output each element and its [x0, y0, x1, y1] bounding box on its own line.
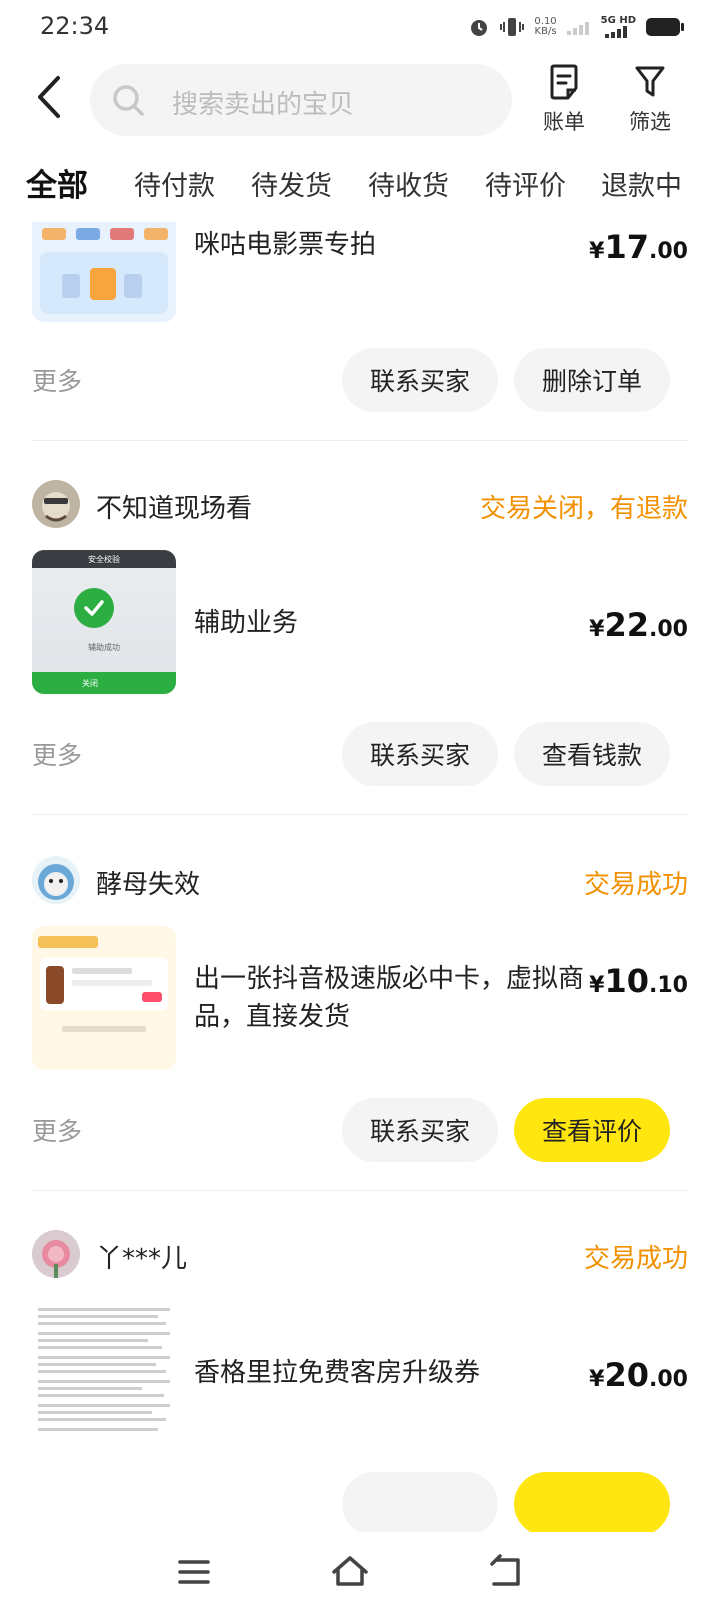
- order-tabs: 全部 待付款 待发货 待收货 待评价 退款中: [0, 160, 720, 216]
- alarm-icon: [471, 20, 488, 36]
- signal-strong-icon: [605, 26, 628, 38]
- thumb-caption: 辅助成功: [88, 643, 120, 652]
- item-title[interactable]: 香格里拉免费客房升级券: [194, 1354, 584, 1392]
- return-icon: [490, 1554, 520, 1586]
- search-icon: [113, 85, 144, 116]
- back-nav-button[interactable]: [482, 1548, 530, 1596]
- tab-pending-payment[interactable]: 待付款: [134, 164, 215, 203]
- buyer-avatar-image: [32, 1230, 80, 1278]
- coupon-terms-thumbnail-image: [32, 1300, 176, 1444]
- thumb-caption: 安全校验: [88, 555, 120, 564]
- item-thumbnail[interactable]: 安全校验 辅助成功 关闭: [32, 550, 176, 694]
- search-placeholder: 搜索卖出的宝贝: [172, 90, 355, 120]
- order-list: 咪咕电影票专拍 ¥17.00 更多 联系买家 删除订单 不知道现场看 交易关闭，…: [0, 222, 720, 1532]
- item-thumbnail[interactable]: [32, 222, 176, 322]
- buyer-avatar-image: [32, 480, 80, 528]
- delete-order-button[interactable]: 删除订单: [514, 348, 670, 412]
- order-header: 酵母失效 交易成功: [32, 856, 688, 906]
- contact-buyer-button[interactable]: 联系买家: [342, 722, 498, 786]
- buyer-avatar-image: [32, 856, 80, 904]
- contact-buyer-button[interactable]: 联系买家: [342, 348, 498, 412]
- item-thumbnail[interactable]: [32, 926, 176, 1070]
- douyin-card-thumbnail-image: [32, 926, 176, 1070]
- item-price: ¥17.00: [589, 228, 688, 266]
- order-header: 丫***儿 交易成功: [32, 1230, 688, 1280]
- tab-pending-receipt[interactable]: 待收货: [368, 164, 449, 203]
- security-check-thumbnail: 安全校验 辅助成功 关闭: [32, 550, 176, 694]
- item-thumbnail[interactable]: [32, 1300, 176, 1444]
- tab-pending-review[interactable]: 待评价: [485, 164, 566, 203]
- bill-button[interactable]: 账单: [534, 64, 594, 136]
- system-nav-bar: [0, 1532, 720, 1612]
- order-header: 不知道现场看 交易关闭，有退款: [32, 480, 688, 530]
- avatar[interactable]: [32, 1230, 80, 1278]
- item-price: ¥10.10: [589, 962, 688, 1000]
- status-bar: 22:34 0.10 KB/s 5G HD: [0, 0, 720, 56]
- item-title[interactable]: 咪咕电影票专拍: [194, 226, 584, 264]
- buyer-name[interactable]: 酵母失效: [96, 864, 200, 901]
- order-status: 交易关闭，有退款: [479, 494, 688, 524]
- movie-ticket-thumbnail-image: [32, 222, 176, 322]
- item-title[interactable]: 辅助业务: [194, 604, 584, 642]
- item-price: ¥22.00: [589, 606, 688, 644]
- tab-pending-shipment[interactable]: 待发货: [251, 164, 332, 203]
- item-price: ¥20.00: [589, 1356, 688, 1394]
- tab-refunding[interactable]: 退款中: [601, 164, 682, 203]
- item-title[interactable]: 出一张抖音极速版必中卡，虚拟商品，直接发货: [194, 960, 584, 1036]
- home-button[interactable]: [326, 1548, 374, 1596]
- bill-label: 账单: [543, 110, 585, 134]
- order-status: 交易成功: [583, 1244, 688, 1274]
- menu-icon: [178, 1560, 210, 1584]
- status-time: 22:34: [40, 12, 110, 40]
- back-button[interactable]: [32, 72, 72, 122]
- view-review-button[interactable]: 查看评价: [514, 1098, 670, 1162]
- view-review-button[interactable]: [514, 1472, 670, 1532]
- order-status: 交易成功: [583, 870, 688, 900]
- tab-all[interactable]: 全部: [26, 160, 88, 205]
- contact-buyer-button[interactable]: 联系买家: [342, 1098, 498, 1162]
- status-icons: 0.10 KB/s 5G HD: [468, 16, 684, 38]
- header: 搜索卖出的宝贝 账单 筛选: [0, 56, 720, 146]
- avatar[interactable]: [32, 856, 80, 904]
- filter-label: 筛选: [629, 110, 671, 134]
- contact-buyer-button[interactable]: [342, 1472, 498, 1532]
- divider: [32, 814, 688, 815]
- more-link[interactable]: 更多: [32, 1112, 82, 1148]
- avatar[interactable]: [32, 480, 80, 528]
- buyer-name[interactable]: 不知道现场看: [96, 488, 252, 525]
- net-speed: 0.10 KB/s: [534, 16, 557, 37]
- more-link[interactable]: 更多: [32, 362, 82, 398]
- view-payment-button[interactable]: 查看钱款: [514, 722, 670, 786]
- check-circle-icon: [74, 588, 114, 628]
- home-icon: [332, 1556, 368, 1586]
- filter-icon: [635, 66, 665, 97]
- check-mark-icon: [84, 600, 104, 616]
- signal-5g: 5G HD: [601, 16, 636, 38]
- thumb-bar: 关闭: [32, 672, 176, 694]
- chevron-left-icon: [38, 76, 60, 118]
- vibrate-icon: [500, 18, 525, 36]
- battery-icon: [646, 18, 684, 36]
- filter-button[interactable]: 筛选: [620, 64, 680, 136]
- menu-button[interactable]: [170, 1548, 218, 1596]
- more-link[interactable]: 更多: [32, 736, 82, 772]
- signal-weak-icon: [566, 22, 589, 35]
- divider: [32, 440, 688, 441]
- buyer-name[interactable]: 丫***儿: [96, 1238, 187, 1275]
- search-input[interactable]: 搜索卖出的宝贝: [90, 64, 512, 136]
- divider: [32, 1190, 688, 1191]
- bill-icon: [550, 64, 578, 100]
